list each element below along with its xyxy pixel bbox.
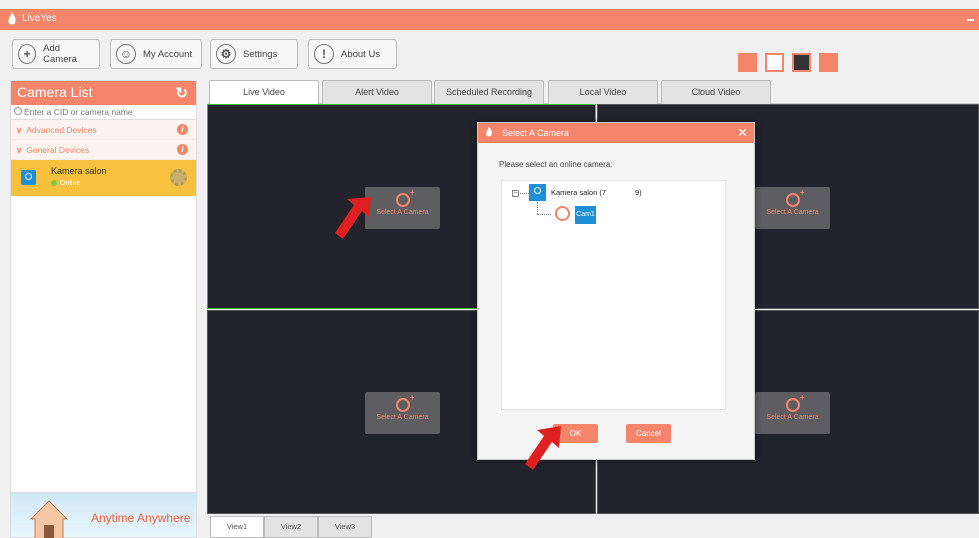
camera-tree: − Kamera salon (7 9) Cam1 — [501, 180, 726, 410]
house-icon — [29, 500, 69, 538]
banner-tagline: Anytime Anywhere — [91, 511, 191, 525]
tab-scheduled-recording[interactable]: Scheduled Recording — [434, 80, 544, 104]
my-account-button[interactable]: ☺ My Account — [110, 39, 202, 69]
device-name: Kamera salon — [51, 166, 107, 176]
collapse-icon[interactable]: − — [512, 190, 519, 197]
select-camera-button[interactable]: Select A Camera — [365, 187, 440, 229]
account-icon: ☺ — [116, 44, 136, 64]
layout-single-icon[interactable] — [765, 53, 784, 72]
tab-cloud-video[interactable]: Cloud Video — [661, 80, 771, 104]
settings-button[interactable]: ⚙ Settings — [210, 39, 298, 69]
camera-list-panel: Camera List ↻ ∨Advanced Devices i ∨Gener… — [10, 80, 197, 538]
app-title: LiveYes — [22, 13, 57, 24]
cancel-button[interactable]: Cancel — [626, 424, 671, 443]
tab-local-video[interactable]: Local Video — [548, 80, 658, 104]
camera-list-header: Camera List ↻ — [11, 81, 196, 105]
tree-device-label[interactable]: Kamera salon (7 — [551, 188, 606, 197]
select-camera-dialog: Select A Camera ✕ Please select an onlin… — [477, 122, 755, 460]
layout-quad-icon[interactable] — [792, 53, 811, 72]
chevron-down-icon: ∨ — [16, 145, 23, 155]
select-camera-button[interactable]: Select A Camera — [755, 187, 830, 229]
tree-device-suffix: 9) — [635, 188, 642, 197]
select-camera-label: Select A Camera — [766, 209, 819, 216]
layout-fullscreen-icon[interactable] — [738, 53, 757, 72]
device-status: Online — [51, 180, 80, 187]
add-camera-button[interactable]: + Add Camera — [12, 39, 100, 69]
app-logo-icon — [8, 12, 16, 25]
app-logo-icon — [486, 126, 492, 137]
about-us-label: About Us — [341, 48, 381, 60]
group-label: General Devices — [26, 145, 90, 155]
search-row — [11, 105, 196, 120]
select-camera-label: Select A Camera — [376, 209, 429, 216]
info-icon[interactable]: i — [177, 124, 188, 135]
tree-camera-item[interactable]: Cam1 — [575, 206, 596, 224]
device-item[interactable]: Kamera salon Online — [11, 160, 196, 196]
minimize-button[interactable] — [967, 19, 974, 21]
chevron-down-icon: ∨ — [16, 125, 23, 135]
group-advanced-devices[interactable]: ∨ Advanced Devices i — [11, 120, 196, 140]
info-icon: ! — [314, 44, 334, 64]
info-icon[interactable]: i — [177, 144, 188, 155]
search-icon — [14, 107, 22, 115]
camera-icon — [21, 170, 36, 185]
add-camera-icon — [395, 393, 414, 412]
tab-view3[interactable]: View3 — [318, 516, 372, 538]
red-arrow-icon — [525, 426, 561, 470]
title-bar: LiveYes — [0, 9, 979, 30]
add-camera-icon — [395, 188, 414, 207]
group-general-devices[interactable]: ∨ General Devices i — [11, 140, 196, 160]
close-icon[interactable]: ✕ — [737, 125, 748, 141]
layout-grid-icon[interactable] — [819, 53, 838, 72]
select-camera-label: Select A Camera — [766, 414, 819, 421]
tree-connector — [537, 214, 551, 215]
camera-list-title: Camera List — [17, 84, 93, 100]
add-camera-label: Add Camera — [43, 43, 77, 65]
dialog-title: Select A Camera — [502, 128, 570, 138]
group-label: Advanced Devices — [26, 125, 97, 135]
gear-icon: ⚙ — [216, 44, 236, 64]
about-us-button[interactable]: ! About Us — [308, 39, 397, 69]
select-camera-button[interactable]: Select A Camera — [365, 392, 440, 434]
dialog-prompt: Please select an online camera: — [499, 160, 613, 169]
main-tabs: Live Video Alert Video Scheduled Recordi… — [208, 80, 979, 105]
device-settings-icon[interactable] — [170, 169, 187, 186]
camera-icon — [529, 184, 546, 201]
tab-alert-video[interactable]: Alert Video — [322, 80, 432, 104]
tab-view2[interactable]: View2 — [264, 516, 318, 538]
select-camera-button[interactable]: Select A Camera — [755, 392, 830, 434]
dialog-header: Select A Camera ✕ — [478, 123, 754, 143]
view-tabs: View1 View2 View3 — [208, 514, 979, 538]
online-dot-icon — [51, 180, 57, 187]
tree-connector — [520, 193, 529, 194]
red-arrow-icon — [335, 197, 371, 239]
tree-connector — [537, 202, 538, 214]
search-input[interactable] — [24, 105, 194, 119]
add-camera-icon — [785, 188, 804, 207]
plus-icon: + — [18, 44, 37, 64]
tab-view1[interactable]: View1 — [210, 516, 264, 538]
webcam-icon — [555, 206, 570, 221]
tab-live-video[interactable]: Live Video — [209, 80, 319, 105]
add-camera-icon — [785, 393, 804, 412]
refresh-icon[interactable]: ↻ — [175, 84, 188, 102]
settings-label: Settings — [243, 48, 278, 60]
layout-switcher — [738, 53, 838, 72]
select-camera-label: Select A Camera — [376, 414, 429, 421]
promo-banner: Anytime Anywhere — [10, 492, 197, 538]
my-account-label: My Account — [143, 48, 193, 60]
device-status-text: Online — [60, 180, 81, 187]
